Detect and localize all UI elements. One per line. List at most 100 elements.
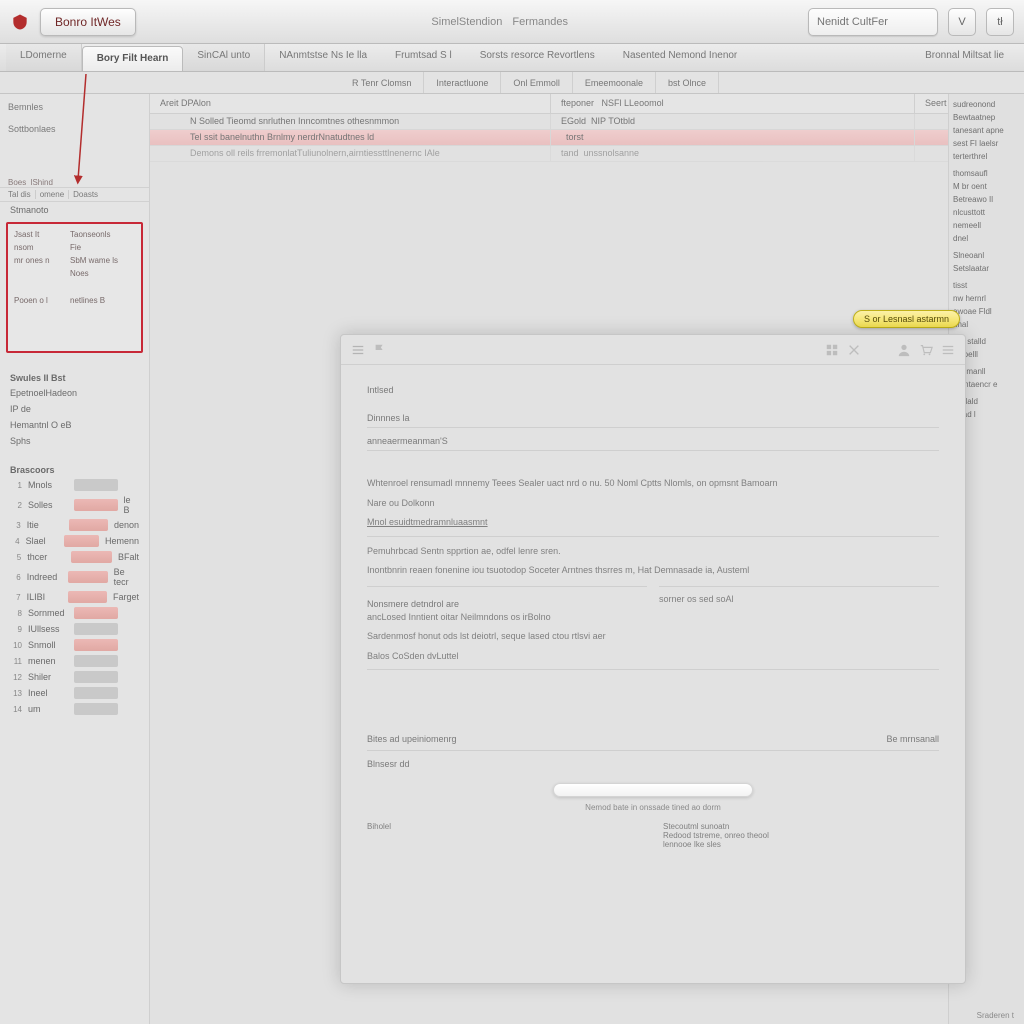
main-menu-button[interactable]: Bonro ItWes xyxy=(40,8,136,36)
dlg-p1b: Nare ou Dolkonn xyxy=(367,497,939,511)
mini-list-item[interactable]: 11menen xyxy=(0,653,149,669)
mini-list-item[interactable]: 10Snmoll xyxy=(0,637,149,653)
mini-list-item[interactable]: 14 um xyxy=(0,701,149,717)
dh-left[interactable]: Areit DPAlon xyxy=(150,94,550,113)
right-side-item[interactable]: Bewtaatnep xyxy=(953,113,1020,122)
tab-5[interactable]: Sorsts resorce Revortlens xyxy=(466,44,609,71)
mini-swatch xyxy=(74,479,118,491)
mini-list-item[interactable]: 4SlaelHemenn xyxy=(0,533,149,549)
arrow-label-b: IShind xyxy=(30,178,53,187)
g1-0[interactable]: EpetnoelHadeon xyxy=(0,385,149,401)
nav-link-1[interactable]: SimelStendion xyxy=(431,16,502,28)
mini-list-item[interactable]: 12Shiler xyxy=(0,669,149,685)
mini-swatch xyxy=(69,519,108,531)
dlg-col-r-1: Redood tstreme, onreo theool xyxy=(663,831,939,840)
dialog-flag-icon[interactable] xyxy=(373,343,387,357)
mini-label: Shiler xyxy=(28,672,68,682)
dialog-more-icon[interactable] xyxy=(941,343,955,357)
tab-far[interactable]: Bronnal Miltsat lie xyxy=(911,44,1018,71)
tab-4[interactable]: Frumtsad S l xyxy=(381,44,466,71)
tab-0[interactable]: LDomerne xyxy=(6,44,82,71)
g1-1[interactable]: IP de xyxy=(0,401,149,417)
mini-list-item[interactable]: 5thcerBFalt xyxy=(0,549,149,565)
mini-list-item[interactable]: 6IndreedBe tecr xyxy=(0,565,149,589)
highlighted-panel: Jsast ItTaonseonls nsomFie mr ones nSbM … xyxy=(6,222,143,353)
dialog-cart-icon[interactable] xyxy=(919,343,933,357)
right-side-item[interactable]: tanesant apne xyxy=(953,126,1020,135)
mini-list: 1Mnols2Sollesle B3Itiedenon4SlaelHemenn5… xyxy=(0,477,149,717)
search-input[interactable] xyxy=(808,8,938,36)
dialog-grid-icon[interactable] xyxy=(825,343,839,357)
mini-list-item[interactable]: 13Ineel xyxy=(0,685,149,701)
right-side-item[interactable]: nw hernrl xyxy=(953,294,1020,303)
right-side-item[interactable]: nlcusttott xyxy=(953,208,1020,217)
right-side-item[interactable]: M br oent xyxy=(953,182,1020,191)
mini-list-item[interactable]: 2Sollesle B xyxy=(0,493,149,517)
dialog-search-input[interactable] xyxy=(553,783,753,797)
rb-2-0: mr ones n xyxy=(14,256,64,265)
side-sec-1: Bemnles xyxy=(0,94,149,116)
tab-6[interactable]: Nasented Nemond Inenor xyxy=(609,44,752,71)
mini-label: Indreed xyxy=(27,572,63,582)
mini-index: 3 xyxy=(10,521,21,530)
right-side-item[interactable]: nemeell xyxy=(953,221,1020,230)
mini-list-item[interactable]: 7ILIBIFarget xyxy=(0,589,149,605)
data-row[interactable]: Demons oll reils frremonlatTuliunolnern,… xyxy=(150,146,1024,162)
right-side-item[interactable]: terterthrel xyxy=(953,152,1020,161)
cell-mid: tand unssnolsanne xyxy=(550,146,914,161)
crumb-b[interactable]: omene xyxy=(35,190,64,199)
dialog-close-icon[interactable] xyxy=(847,343,861,357)
mini-label: Mnols xyxy=(28,480,68,490)
dialog-menu-icon[interactable] xyxy=(351,343,365,357)
mini-list-item[interactable]: 8Sornmed xyxy=(0,605,149,621)
right-side-item[interactable]: dnel xyxy=(953,234,1020,243)
mini-list-item[interactable]: 1Mnols xyxy=(0,477,149,493)
dlg-p1: Whtenroel rensumadl mnnemy Teees Sealer … xyxy=(367,477,939,491)
dlg-divider-label: Balos CoSden dvLuttel xyxy=(367,650,939,664)
dlg-box-l-1: ancLosed Inntient oitar Neilmndons os ir… xyxy=(367,611,647,625)
mini-label: um xyxy=(28,704,68,714)
crumb-a[interactable]: Tal dis xyxy=(8,190,31,199)
mini-list-item[interactable]: 3Itiedenon xyxy=(0,517,149,533)
colhdr-0[interactable]: R Tenr Clomsn xyxy=(340,72,424,93)
right-side-item[interactable]: awoae Fldl xyxy=(953,307,1020,316)
rb-3-0 xyxy=(14,269,64,278)
mini-label: Ineel xyxy=(28,688,68,698)
data-row[interactable]: Tel ssit banelnuthn Brnlmy nerdrNnatudtn… xyxy=(150,130,1024,146)
tab-2[interactable]: SinCAl unto xyxy=(183,44,265,71)
tab-1[interactable]: Bory Filt Hearn xyxy=(82,46,184,71)
rb-2-1: SbM wame ls xyxy=(70,256,118,265)
mini-index: 2 xyxy=(10,501,22,510)
dh-mid[interactable]: fteponer NSFl LLeoomol xyxy=(550,94,914,113)
toolbar-button-v[interactable]: V xyxy=(948,8,976,36)
rb-4-1: netlines B xyxy=(70,296,105,305)
right-side-item[interactable]: sest FI laelsr xyxy=(953,139,1020,148)
crumb-c[interactable]: Doasts xyxy=(68,190,98,199)
cell-mid: torst xyxy=(550,130,914,145)
right-side-item[interactable]: thomsaufl xyxy=(953,169,1020,178)
colhdr-1[interactable]: Interactluone xyxy=(424,72,501,93)
g1-3[interactable]: Sphs xyxy=(0,433,149,449)
nav-link-2[interactable]: Fermandes xyxy=(512,16,568,28)
dlg-col-l-h: Biholel xyxy=(367,822,643,831)
mini-list-item[interactable]: 9IUllsess xyxy=(0,621,149,637)
toolbar-button-t[interactable]: tł xyxy=(986,8,1014,36)
dlg-p2b: Inontbnrin reaen fonenine iou tsuotodop … xyxy=(367,564,939,578)
mini-index: 14 xyxy=(10,705,22,714)
g1-2[interactable]: Hemantnl O eB xyxy=(0,417,149,433)
right-side-item[interactable]: Setslaatar xyxy=(953,264,1020,273)
mini-index: 7 xyxy=(10,593,21,602)
right-side-item[interactable]: tisst xyxy=(953,281,1020,290)
colhdr-2[interactable]: Onl Emmoll xyxy=(501,72,573,93)
dlg-p1c[interactable]: Mnol esuidtmedramnluaasmnt xyxy=(367,516,939,530)
right-side-item[interactable]: nnal xyxy=(953,320,1020,329)
right-side-item[interactable]: Betreawo Il xyxy=(953,195,1020,204)
right-side-item[interactable]: Slneoanl xyxy=(953,251,1020,260)
tab-3[interactable]: NAnmtstse Ns Ie lla xyxy=(265,44,381,71)
colhdr-3[interactable]: Emeemoonale xyxy=(573,72,656,93)
dialog-user-icon[interactable] xyxy=(897,343,911,357)
data-row[interactable]: N Solled Tieomd snrluthen Inncomtnes oth… xyxy=(150,114,1024,130)
right-side-item[interactable]: sudreonond xyxy=(953,100,1020,109)
side-small-row[interactable]: Stmanoto xyxy=(0,202,149,218)
colhdr-4[interactable]: bst Olnce xyxy=(656,72,719,93)
